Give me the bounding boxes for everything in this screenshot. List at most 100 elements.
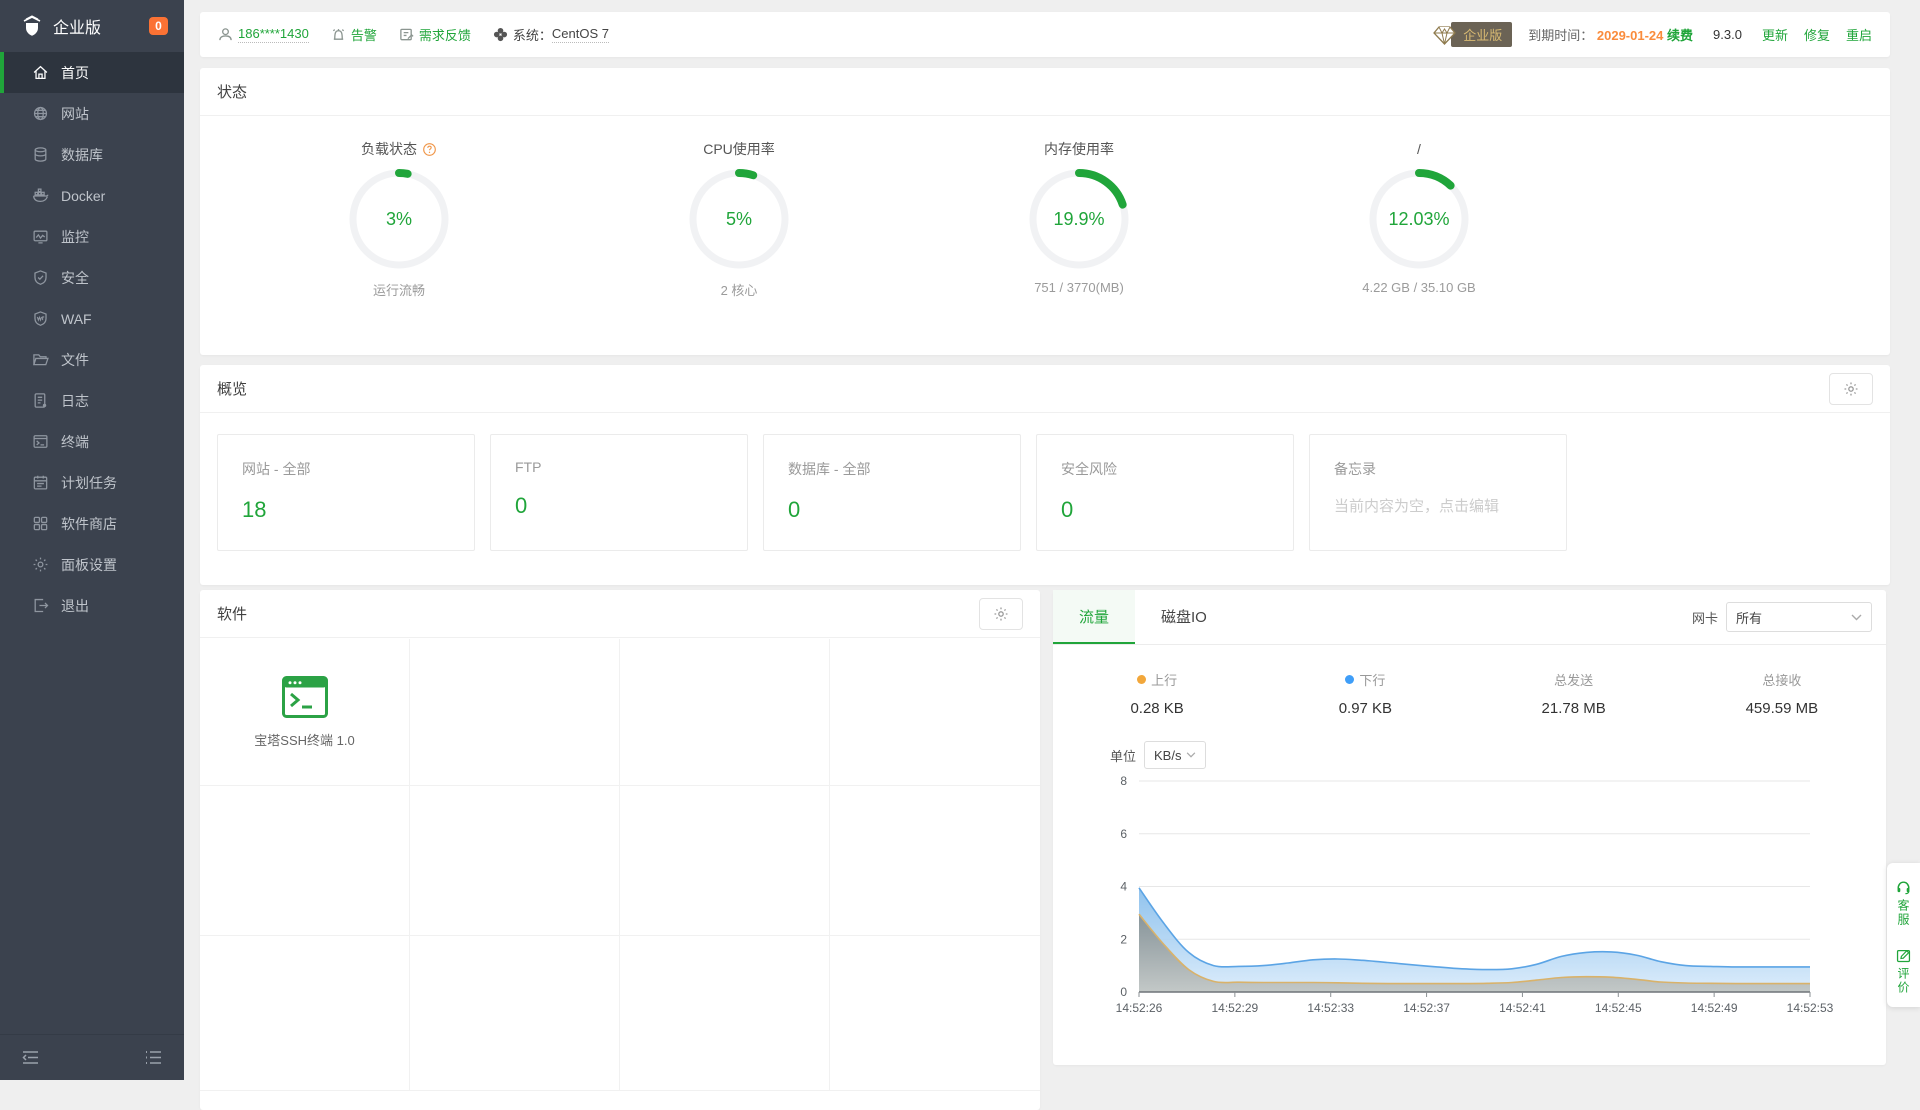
sidebar-item-docker[interactable]: Docker xyxy=(0,175,184,216)
card-label: 备忘录 xyxy=(1334,459,1566,479)
account-item[interactable]: 186****1430 xyxy=(218,26,309,43)
overview-card-安全风险[interactable]: 安全风险 0 xyxy=(1036,434,1294,551)
home-icon xyxy=(32,64,49,81)
gauge-subtext: 751 / 3770(MB) xyxy=(1034,280,1124,295)
tabs: 流量磁盘IO xyxy=(1053,590,1233,644)
status-panel: 状态 负载状态3%运行流畅CPU使用率5%2 核心内存使用率19.9%751 /… xyxy=(200,68,1890,355)
overview-cards: 网站 - 全部18FTP0 数据库 - 全部 0 安全风险 0 备忘录当前内容为空，点击编… xyxy=(217,434,1567,551)
shield-icon xyxy=(32,269,49,286)
sidebar-item-schedule[interactable]: 计划任务 xyxy=(0,462,184,503)
feedback-link[interactable]: 需求反馈 xyxy=(419,25,471,44)
sidebar-item-home[interactable]: 首页 xyxy=(0,52,184,93)
os-icon xyxy=(493,27,508,42)
software-app-cell[interactable]: 宝塔SSH终端 1.0 xyxy=(200,639,410,786)
ssh-terminal-app-icon[interactable] xyxy=(282,676,328,718)
sidebar-item-label: 数据库 xyxy=(61,145,103,165)
unit-select[interactable]: KB/s xyxy=(1144,741,1206,769)
topbar-right: 企业版 到期时间： 2029-01-24 续费 9.3.0 更新 修复 重启 xyxy=(1431,22,1872,47)
traffic-stat-下行: 下行0.97 KB xyxy=(1261,670,1469,717)
stat-label: 总发送 xyxy=(1554,670,1593,689)
gauge-ring: 3% xyxy=(347,167,451,271)
card-label: 数据库 - 全部 xyxy=(788,459,1020,479)
update-link[interactable]: 更新 xyxy=(1762,25,1788,44)
sidebar-item-label: 监控 xyxy=(61,227,89,247)
sidebar-item-globe[interactable]: 网站 xyxy=(0,93,184,134)
memo-placeholder[interactable]: 当前内容为空，点击编辑 xyxy=(1334,495,1566,516)
sidebar-item-folder[interactable]: 文件 xyxy=(0,339,184,380)
sidebar-item-label: 文件 xyxy=(61,350,89,370)
account-number[interactable]: 186****1430 xyxy=(238,26,309,43)
sidebar: 企业版 0 首页网站数据库 Docker 监控安全 WAF 文件日志终端计划任务软件商店… xyxy=(0,0,184,1080)
alarm-item[interactable]: 告警 xyxy=(331,25,377,44)
card-value[interactable]: 18 xyxy=(242,497,474,523)
sidebar-item-label: WAF xyxy=(61,311,92,327)
tab-流量[interactable]: 流量 xyxy=(1053,590,1135,644)
system-value[interactable]: CentOS 7 xyxy=(552,26,609,43)
panel-version[interactable]: 9.3.0 xyxy=(1713,27,1742,42)
repair-link[interactable]: 修复 xyxy=(1804,25,1830,44)
x-tick-label: 14:52:49 xyxy=(1691,1001,1738,1015)
sidebar-item-monitor[interactable]: 监控 xyxy=(0,216,184,257)
nic-select[interactable]: 所有 xyxy=(1726,602,1872,632)
overview-card-网站 - 全部[interactable]: 网站 - 全部18 xyxy=(217,434,475,551)
software-panel: 软件 宝塔SSH终端 1.0 xyxy=(200,590,1040,1110)
float-客服-button[interactable]: 客服 xyxy=(1895,876,1912,927)
overview-settings-gear-button[interactable] xyxy=(1829,373,1873,405)
overview-title: 概览 xyxy=(217,378,247,399)
sidebar-item-waf[interactable]: WAF xyxy=(0,298,184,339)
traffic-area-chart[interactable]: 0246814:52:2614:52:2914:52:3314:52:3714:… xyxy=(1053,775,1886,1055)
feedback-item[interactable]: 需求反馈 xyxy=(399,25,471,44)
message-count-badge[interactable]: 0 xyxy=(149,17,168,35)
overview-card-备忘录[interactable]: 备忘录当前内容为空，点击编辑 xyxy=(1309,434,1567,551)
sidebar-item-shield[interactable]: 安全 xyxy=(0,257,184,298)
x-tick-label: 14:52:33 xyxy=(1307,1001,1354,1015)
float-评价-button[interactable]: 评价 xyxy=(1895,944,1912,995)
gear-icon xyxy=(32,556,49,573)
gauge-subtext: 4.22 GB / 35.10 GB xyxy=(1362,280,1475,295)
sidebar-item-terminal[interactable]: 终端 xyxy=(0,421,184,462)
collapse-sidebar-icon[interactable] xyxy=(22,1050,39,1065)
card-value[interactable]: 0 xyxy=(1061,497,1293,523)
log-icon xyxy=(32,392,49,409)
card-label: 安全风险 xyxy=(1061,459,1293,479)
edition-badge-wrap[interactable]: 企业版 xyxy=(1431,22,1512,47)
help-question-icon[interactable] xyxy=(422,142,437,157)
alarm-bell-icon xyxy=(331,27,346,42)
gauge-/: /12.03%4.22 GB / 35.10 GB xyxy=(1278,117,1560,299)
overview-card-FTP[interactable]: FTP0 xyxy=(490,434,748,551)
alarm-link[interactable]: 告警 xyxy=(351,25,377,44)
stat-value: 21.78 MB xyxy=(1470,700,1678,717)
y-tick-label: 6 xyxy=(1120,827,1127,841)
x-tick-label: 14:52:41 xyxy=(1499,1001,1546,1015)
tab-磁盘IO[interactable]: 磁盘IO xyxy=(1135,590,1233,644)
system-item: 系统： CentOS 7 xyxy=(493,25,609,44)
sidebar-item-logout[interactable]: 退出 xyxy=(0,585,184,626)
terminal-icon xyxy=(32,433,49,450)
nic-selected-value: 所有 xyxy=(1736,608,1762,627)
sidebar-item-log[interactable]: 日志 xyxy=(0,380,184,421)
software-empty-cell xyxy=(200,936,410,1091)
gauge-内存使用率: 内存使用率19.9%751 / 3770(MB) xyxy=(938,117,1220,299)
card-value[interactable]: 0 xyxy=(515,493,747,519)
expire-label: 到期时间： xyxy=(1528,28,1593,43)
software-empty-cell xyxy=(200,786,410,936)
software-grid: 宝塔SSH终端 1.0 xyxy=(200,639,1040,1091)
y-tick-label: 4 xyxy=(1120,880,1127,894)
stat-label: 总接收 xyxy=(1762,670,1801,689)
card-value[interactable]: 0 xyxy=(788,497,1020,523)
y-tick-label: 0 xyxy=(1120,985,1127,999)
software-empty-cell xyxy=(410,786,620,936)
globe-icon xyxy=(32,105,49,122)
sidebar-item-store[interactable]: 软件商店 xyxy=(0,503,184,544)
sidebar-item-database[interactable]: 数据库 xyxy=(0,134,184,175)
restart-link[interactable]: 重启 xyxy=(1846,25,1872,44)
system-label: 系统： xyxy=(513,25,552,44)
sidebar-item-gear[interactable]: 面板设置 xyxy=(0,544,184,585)
overview-panel: 概览 网站 - 全部18FTP0 数据库 - 全部 0 安全风险 0 备忘录当前内容为空，… xyxy=(200,365,1890,585)
menu-list-icon[interactable] xyxy=(145,1050,162,1065)
float-label: 客服 xyxy=(1895,899,1912,927)
logo-row[interactable]: 企业版 0 xyxy=(0,0,184,52)
software-settings-gear-button[interactable] xyxy=(979,598,1023,630)
renew-link[interactable]: 续费 xyxy=(1667,28,1693,43)
overview-card-数据库 - 全部[interactable]: 数据库 - 全部 0 xyxy=(763,434,1021,551)
